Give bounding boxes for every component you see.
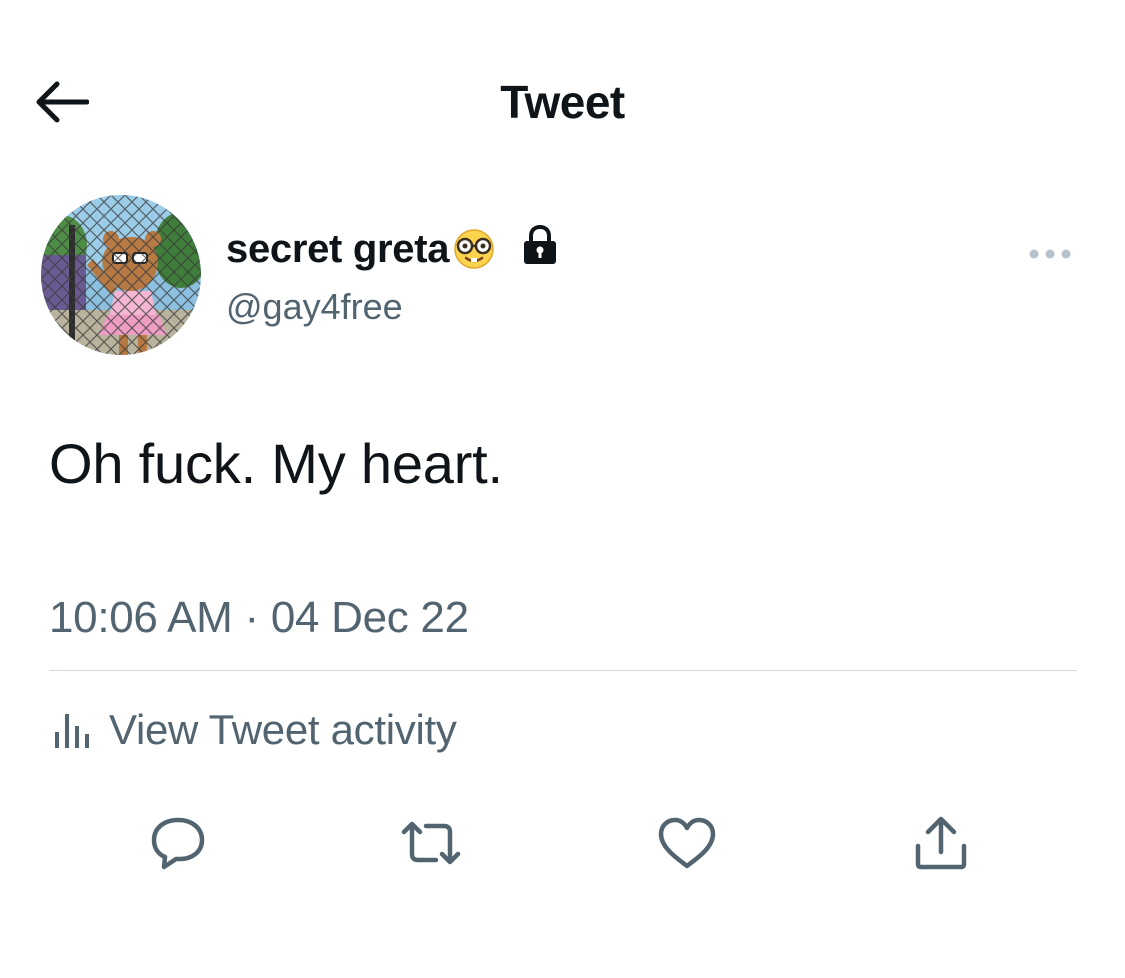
retweet-button[interactable] [396,808,466,878]
tweet-date[interactable]: 04 Dec 22 [271,593,469,642]
view-tweet-activity-label: View Tweet activity [109,706,457,753]
separator-dot: · [244,593,260,642]
tweet-time[interactable]: 10:06 AM [49,593,233,642]
author-block: secret greta @gay4free [226,218,559,328]
bar-chart-icon [55,714,89,748]
tweet-text: Oh fuck. My heart. [49,432,503,495]
like-button[interactable] [652,808,722,878]
reply-button[interactable] [143,808,213,878]
share-button[interactable] [906,808,976,878]
display-name-row: secret greta [226,218,559,280]
user-handle[interactable]: @gay4free [226,286,559,328]
page-title: Tweet [500,76,625,128]
divider [49,670,1077,671]
retweet-icon [401,821,461,865]
reply-icon [151,817,205,870]
share-icon [915,816,967,870]
avatar[interactable] [41,195,201,355]
view-tweet-activity-button[interactable]: View Tweet activity [53,706,457,754]
display-name[interactable]: secret greta [226,227,450,272]
more-options-button[interactable] [1024,236,1076,272]
nerd-face-emoji [451,227,497,276]
more-horizontal-icon [1029,249,1071,259]
tweet-timestamp: 10:06 AM · 04 Dec 22 [49,590,469,646]
lock-icon [521,224,559,271]
heart-icon [658,817,716,869]
